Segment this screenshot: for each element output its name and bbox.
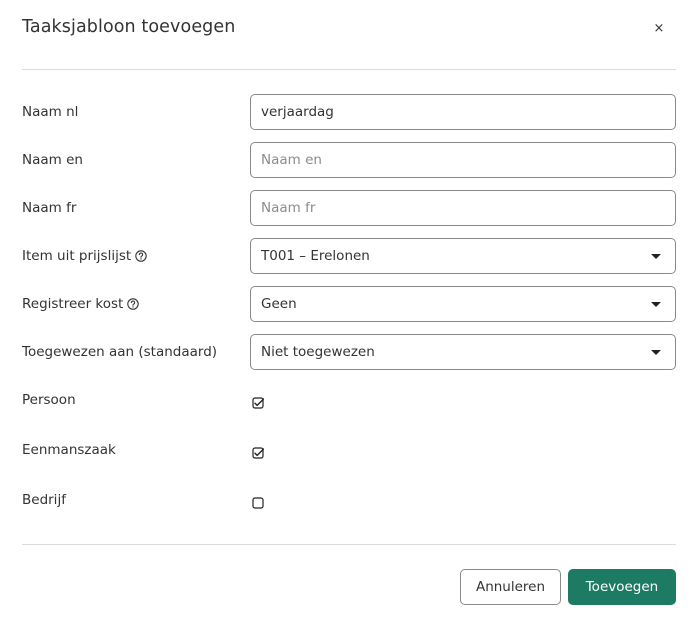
bedrijf-checkbox[interactable] — [252, 497, 264, 509]
checkmark-icon — [254, 398, 264, 407]
registreer-kost-select[interactable]: Geen — [250, 286, 676, 322]
chevron-down-icon — [651, 302, 661, 307]
naam-nl-input[interactable] — [250, 94, 676, 130]
item-prijslijst-value: T001 – Erelonen — [261, 248, 370, 264]
naam-fr-input[interactable] — [250, 190, 676, 226]
item-prijslijst-select[interactable]: T001 – Erelonen — [250, 238, 676, 274]
naam-nl-label: Naam nl — [22, 102, 78, 122]
persoon-label-text: Persoon — [22, 392, 76, 408]
naam-en-label: Naam en — [22, 150, 83, 170]
registreer-kost-value: Geen — [261, 296, 297, 312]
item-prijslijst-label-text: Item uit prijslijst — [22, 248, 132, 264]
help-circle-icon[interactable] — [127, 298, 140, 310]
header-divider — [22, 69, 676, 70]
checkmark-icon — [254, 448, 264, 457]
bedrijf-label: Bedrijf — [22, 490, 66, 510]
chevron-down-icon — [651, 254, 661, 259]
help-circle-icon[interactable] — [135, 250, 147, 262]
naam-nl-label-text: Naam nl — [22, 104, 79, 120]
persoon-label: Persoon — [22, 390, 76, 410]
item-prijslijst-label: Item uit prijslijst — [22, 246, 147, 266]
naam-fr-label: Naam fr — [22, 198, 76, 218]
persoon-checkbox[interactable] — [252, 397, 264, 409]
registreer-kost-label: Registreer kost — [22, 294, 140, 314]
toegewezen-aan-select[interactable]: Niet toegewezen — [250, 334, 676, 370]
eenmanszaak-label-text: Eenmanszaak — [22, 442, 116, 458]
eenmanszaak-checkbox[interactable] — [252, 447, 264, 459]
eenmanszaak-label: Eenmanszaak — [22, 440, 116, 460]
toegewezen-aan-value: Niet toegewezen — [261, 344, 375, 360]
add-button[interactable]: Toevoegen — [568, 569, 676, 605]
bedrijf-label-text: Bedrijf — [22, 492, 66, 508]
naam-fr-label-text: Naam fr — [22, 200, 77, 216]
naam-en-input[interactable] — [250, 142, 676, 178]
dialog-title: Taaksjabloon toevoegen — [22, 17, 236, 37]
cancel-button[interactable]: Annuleren — [460, 569, 561, 605]
toegewezen-aan-label-text: Toegewezen aan (standaard) — [22, 344, 218, 360]
add-task-template-dialog: Taaksjabloon toevoegen × Naam nl Naam en… — [0, 0, 691, 618]
toegewezen-aan-label: Toegewezen aan (standaard) — [22, 342, 217, 362]
registreer-kost-label-text: Registreer kost — [22, 296, 124, 312]
chevron-down-icon — [651, 350, 661, 355]
footer-divider — [22, 544, 676, 545]
naam-en-label-text: Naam en — [22, 152, 83, 168]
close-icon[interactable]: × — [652, 22, 666, 36]
